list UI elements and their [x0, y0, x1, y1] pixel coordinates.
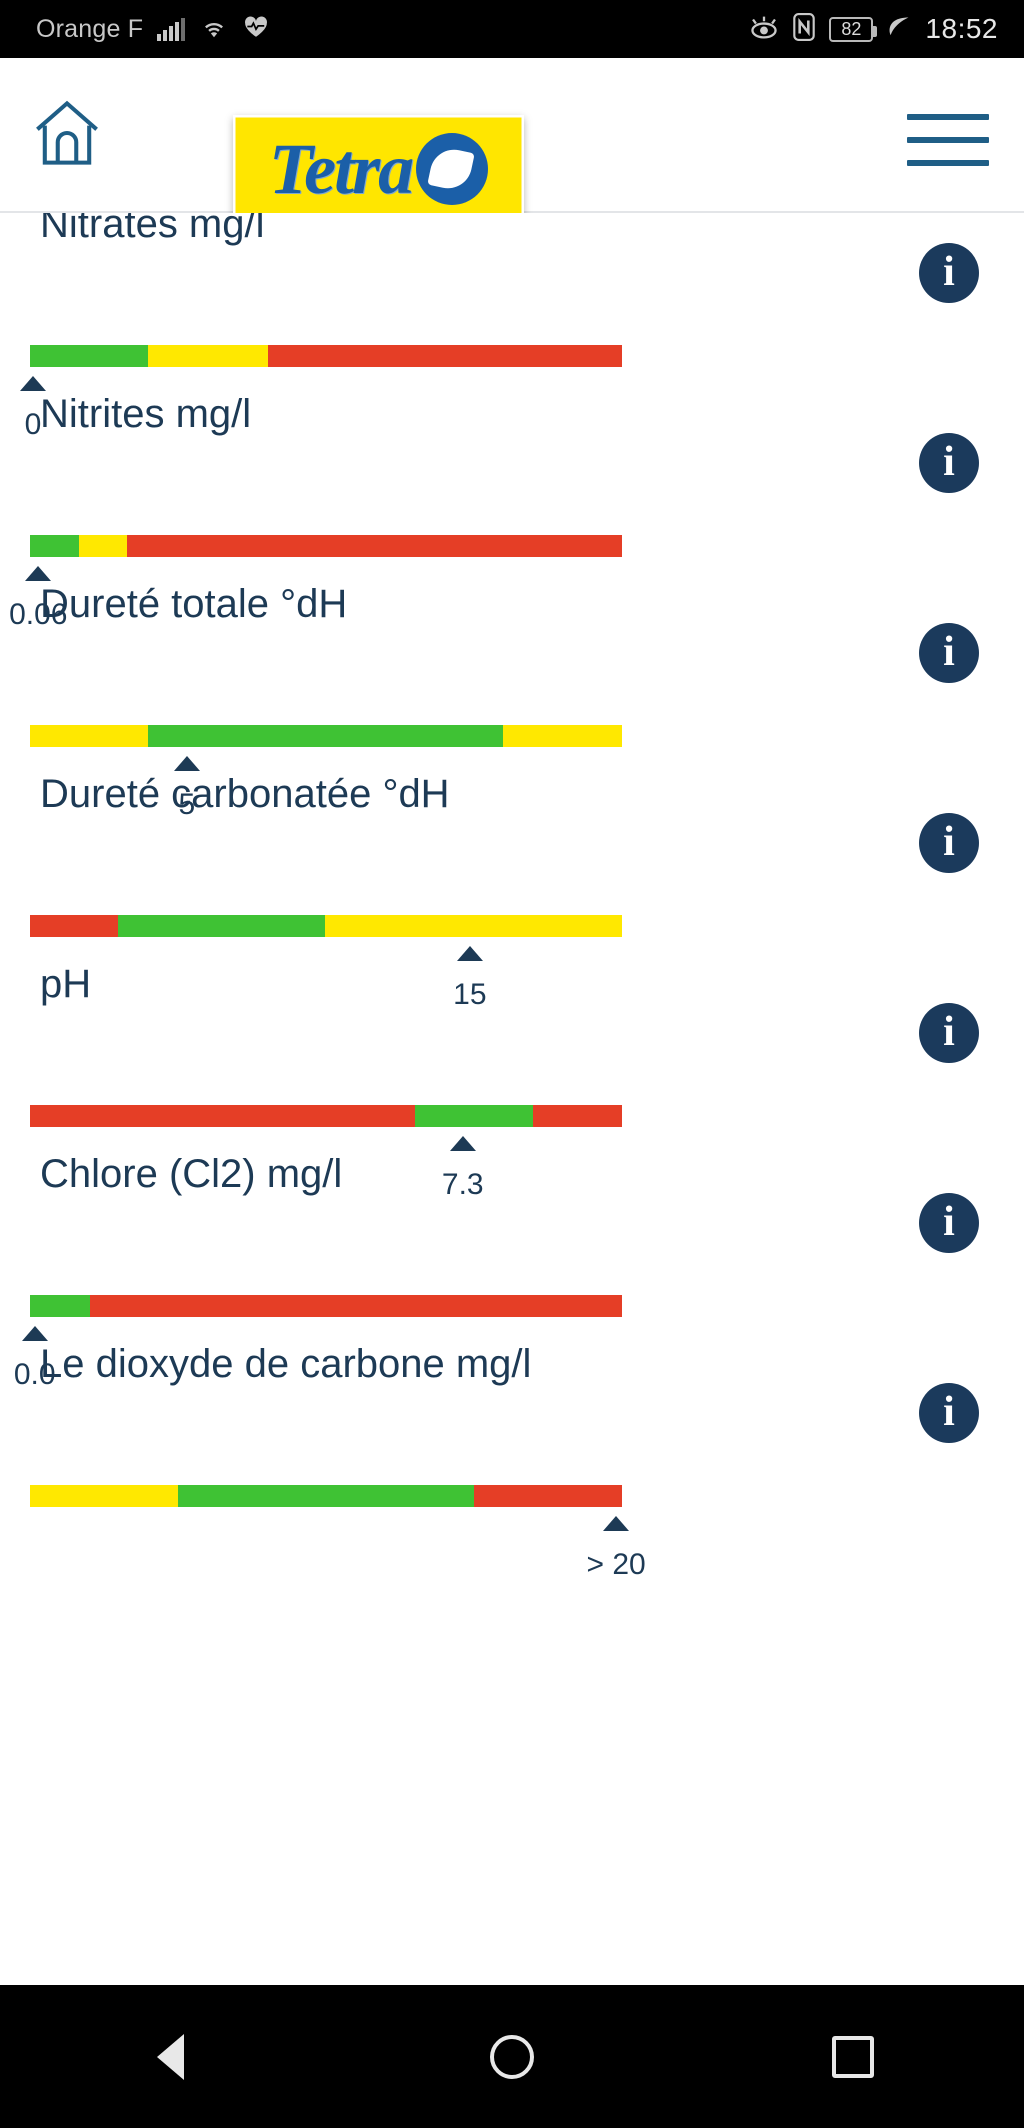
range-segment-red: [127, 535, 622, 557]
tetra-fish-icon: [416, 132, 489, 205]
info-glyph: i: [943, 439, 955, 485]
recent-square-icon: [832, 2035, 875, 2078]
info-glyph: i: [943, 819, 955, 865]
range-segment-green: [414, 1105, 534, 1127]
back-triangle-icon: [157, 2033, 185, 2080]
recent-apps-button[interactable]: [798, 2022, 908, 2092]
info-icon[interactable]: i: [919, 813, 979, 873]
range-segment-green: [30, 1295, 90, 1317]
range-segment-green: [30, 535, 80, 557]
range-segment-red: [533, 1105, 622, 1127]
value-marker-icon: [456, 946, 483, 961]
parameter-range-bar: [30, 725, 622, 747]
value-marker-icon: [19, 376, 46, 391]
logo-text: Tetra: [268, 128, 414, 209]
battery-percent-label: 82: [841, 19, 862, 39]
parameter-value: 0: [24, 408, 42, 441]
home-circle-icon: [489, 2034, 534, 2079]
parameter-range-bar: [30, 915, 622, 937]
info-glyph: i: [943, 629, 955, 675]
value-marker-icon: [449, 1136, 476, 1151]
parameter-value: 7.3: [441, 1168, 484, 1201]
clock-label: 18:52: [925, 13, 998, 44]
parameter-label: Chlore (Cl2) mg/l: [40, 1152, 343, 1196]
info-glyph: i: [943, 1009, 955, 1055]
signal-bars-icon: [157, 17, 186, 41]
info-glyph: i: [943, 249, 955, 295]
carrier-label: Orange F: [36, 14, 144, 43]
water-parameters-list[interactable]: Nitrates mg/l 0 i Nitrites mg/l 0.06 i Dureté …: [0, 213, 1024, 1985]
parameter-value: 15: [453, 978, 487, 1011]
value-marker-icon: [21, 1326, 48, 1341]
app-header: Tetra: [0, 58, 1024, 241]
range-segment-red: [267, 345, 622, 367]
range-segment-green: [178, 1485, 474, 1507]
parameter-label: Dureté carbonatée °dH: [40, 772, 450, 816]
heart-rate-icon: [243, 15, 269, 44]
info-icon[interactable]: i: [919, 1003, 979, 1063]
android-status-bar: Orange F 82 18:52: [0, 0, 1024, 58]
parameter-label: Nitrates mg/l: [40, 213, 265, 246]
info-icon[interactable]: i: [919, 623, 979, 683]
parameter-label: Dureté totale °dH: [40, 582, 348, 626]
android-navigation-bar[interactable]: [0, 1985, 1024, 2128]
menu-line-1: [907, 114, 989, 120]
leaf-power-saving-icon: [886, 14, 912, 45]
menu-line-2: [907, 137, 989, 143]
home-button[interactable]: [457, 2022, 567, 2092]
parameter-label: pH: [40, 962, 92, 1006]
parameter-label: Le dioxyde de carbone mg/l: [40, 1342, 532, 1386]
info-icon[interactable]: i: [919, 433, 979, 493]
parameter-range-bar: [30, 345, 622, 367]
parameter-range-bar: [30, 1105, 622, 1127]
hamburger-menu-icon[interactable]: [907, 114, 989, 166]
range-segment-yellow: [30, 1485, 178, 1507]
range-segment-green: [30, 345, 149, 367]
range-segment-yellow: [148, 345, 268, 367]
back-button[interactable]: [116, 2022, 226, 2092]
info-glyph: i: [943, 1199, 955, 1245]
range-segment-yellow: [502, 725, 622, 747]
status-bar-right-group: 82 18:52: [749, 0, 998, 58]
status-bar-left-group: Orange F: [36, 15, 269, 44]
info-icon[interactable]: i: [919, 1383, 979, 1443]
value-marker-icon: [173, 756, 200, 771]
range-segment-red: [89, 1295, 622, 1317]
range-segment-red: [30, 915, 119, 937]
range-segment-red: [474, 1485, 622, 1507]
parameter-range-bar: [30, 1485, 622, 1507]
nfc-icon: [792, 12, 816, 46]
menu-line-3: [907, 160, 989, 166]
range-segment-yellow: [79, 535, 128, 557]
info-icon[interactable]: i: [919, 243, 979, 303]
info-glyph: i: [943, 1389, 955, 1435]
battery-icon: 82: [829, 16, 878, 42]
value-marker-icon: [25, 566, 52, 581]
wifi-icon: [199, 15, 229, 44]
range-segment-yellow: [325, 915, 622, 937]
parameter-label: Nitrites mg/l: [40, 392, 252, 436]
range-segment-red: [30, 1105, 415, 1127]
parameter-range-bar: [30, 1295, 622, 1317]
eye-comfort-icon: [749, 14, 779, 45]
parameter-range-bar: [30, 535, 622, 557]
parameter-value: > 20: [586, 1548, 646, 1581]
range-segment-yellow: [30, 725, 148, 747]
home-icon[interactable]: [30, 96, 104, 175]
info-icon[interactable]: i: [919, 1193, 979, 1253]
value-marker-icon: [603, 1516, 630, 1531]
range-segment-green: [118, 915, 326, 937]
range-segment-green: [147, 725, 503, 747]
